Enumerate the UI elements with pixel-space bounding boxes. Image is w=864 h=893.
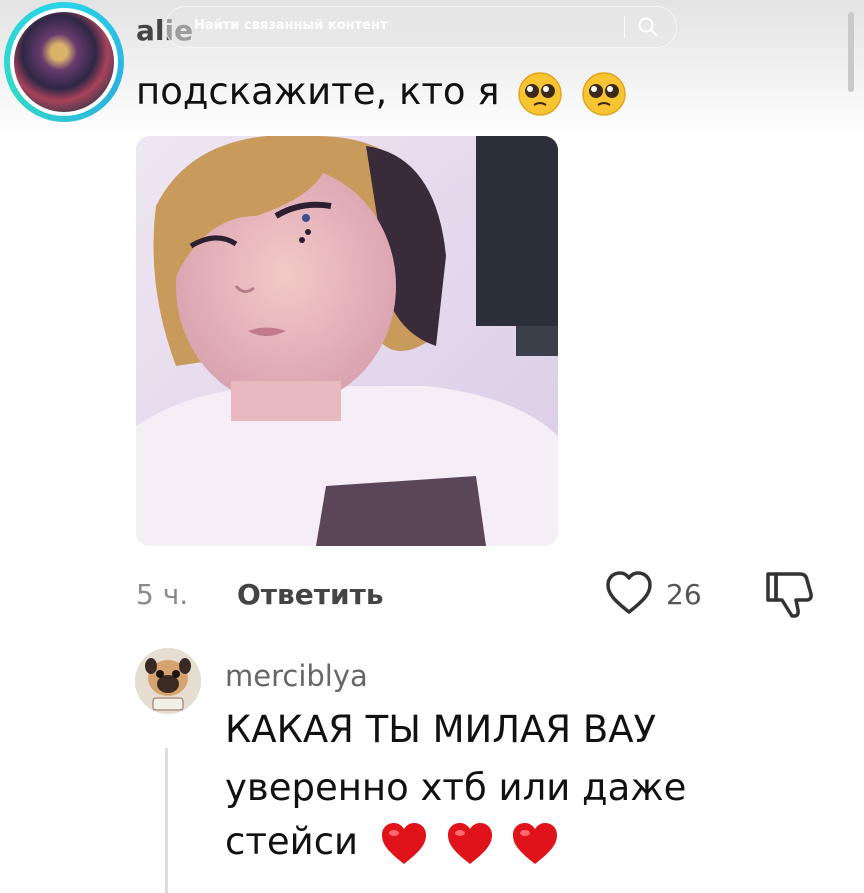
comment-body: подскажите, кто я <box>136 70 500 113</box>
like-count: 26 <box>666 578 702 611</box>
red-heart-emoji-icon <box>381 822 426 864</box>
search-bar[interactable]: Найти связанный контент <box>165 6 677 48</box>
reply-username[interactable]: merciblya <box>225 659 368 693</box>
search-divider <box>624 16 625 38</box>
red-heart-emoji-icon <box>513 822 558 864</box>
pug-avatar-image <box>135 648 201 714</box>
search-icon[interactable] <box>636 15 660 39</box>
scrollbar[interactable] <box>848 12 854 92</box>
comment-text: подскажите, кто я <box>136 70 627 117</box>
comment-photo[interactable] <box>136 136 558 546</box>
reply-line-3: стейси <box>225 820 359 863</box>
reply-line-1: КАКАЯ ТЫ МИЛАЯ ВАУ <box>225 708 657 751</box>
reply-line-3-container: стейси <box>225 820 559 867</box>
pleading-face-emoji-icon <box>518 71 563 116</box>
reply-button[interactable]: Ответить <box>237 578 384 611</box>
pleading-face-emoji-icon <box>582 71 626 116</box>
dislike-icon[interactable] <box>764 568 818 620</box>
red-heart-emoji-icon <box>447 822 492 864</box>
search-input[interactable]: Найти связанный контент <box>194 18 388 33</box>
reply-avatar[interactable] <box>135 648 201 714</box>
avatar-image <box>10 8 118 116</box>
thread-line <box>165 748 168 893</box>
comment-timestamp: 5 ч. <box>136 578 189 611</box>
heart-icon[interactable] <box>605 570 653 616</box>
reply-line-2: уверенно хтб или даже <box>225 766 687 809</box>
selfie-image <box>136 136 558 546</box>
commenter-avatar[interactable] <box>4 2 124 122</box>
